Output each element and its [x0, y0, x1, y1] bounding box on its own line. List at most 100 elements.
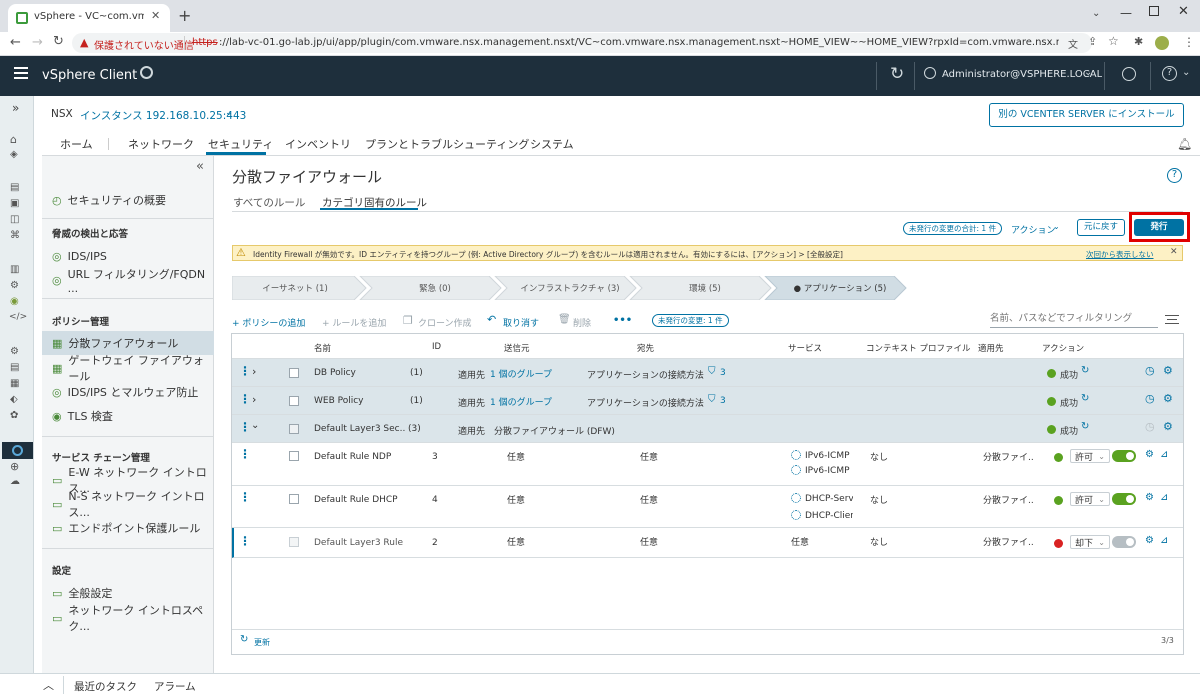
history-icon[interactable]: ◷ — [1145, 392, 1155, 405]
admin-icon[interactable]: ⚙ — [10, 280, 19, 291]
sidebar-item-ids-malware[interactable]: ◎ IDS/IPS とマルウェア防止 — [52, 380, 198, 404]
step-emergency[interactable]: 緊急 (0) — [372, 276, 498, 300]
gear-icon[interactable]: ⚙ — [1145, 535, 1154, 546]
refresh-icon[interactable]: ↻ — [240, 634, 248, 645]
url-field[interactable]: ▲ 保護されていない通信 https ://lab-vc-01.go-lab.j… — [72, 33, 1092, 53]
action-select[interactable]: 却下 ⌄ — [1070, 535, 1110, 549]
step-application[interactable]: ● アプリケーション (5) — [777, 276, 903, 300]
plugin-icon[interactable]: ◉ — [10, 296, 19, 307]
gear-icon[interactable]: ⚙ — [1163, 420, 1173, 433]
tab-home[interactable]: ホーム — [60, 136, 93, 152]
row-menu-icon[interactable]: ⋮ — [239, 447, 251, 461]
close-icon[interactable]: ✕ — [1170, 247, 1178, 257]
back-icon[interactable]: ← — [10, 35, 21, 50]
refresh-button[interactable]: 更新 — [254, 637, 270, 648]
search-icon[interactable] — [140, 66, 153, 79]
publish-button[interactable]: 発行 — [1134, 219, 1184, 236]
row-checkbox[interactable] — [289, 424, 299, 434]
chevron-right-icon[interactable]: › — [252, 365, 256, 378]
tab-system[interactable]: システム — [530, 136, 574, 152]
chevron-down-icon[interactable]: ⌄ — [1092, 8, 1100, 19]
install-vcenter-button[interactable]: 別の VCENTER SERVER にインストール — [989, 103, 1184, 127]
profile-avatar[interactable] — [1155, 36, 1169, 50]
enable-toggle[interactable] — [1112, 493, 1136, 505]
row-checkbox[interactable] — [289, 451, 299, 461]
revert-button[interactable]: 元に戻す — [1077, 219, 1125, 236]
tasks-icon[interactable]: ⚙ — [10, 346, 19, 357]
user-menu[interactable]: Administrator@VSPHERE.LOCAL — [942, 69, 1102, 80]
chevron-down-icon[interactable]: ⌄ — [1084, 67, 1092, 78]
smiley-icon[interactable] — [1122, 67, 1136, 81]
recent-tasks-tab[interactable]: 最近のタスク — [74, 679, 137, 694]
refresh-status-icon[interactable]: ↻ — [1081, 365, 1089, 376]
chart-icon[interactable]: ⊿ — [1160, 449, 1168, 460]
delete-button[interactable]: 削除 — [573, 316, 591, 329]
bell-icon[interactable]: 🔔︎ — [1177, 137, 1192, 151]
row-menu-icon[interactable]: ⋮ — [239, 364, 251, 378]
clone-button[interactable]: クローン作成 — [418, 316, 472, 329]
action-select[interactable]: 許可 ⌄ — [1070, 492, 1110, 506]
sidebar-item-net-introspection[interactable]: ▭ ネットワーク イントロスペク... — [52, 604, 213, 633]
refresh-status-icon[interactable]: ↻ — [1081, 393, 1089, 404]
rule-row-default-layer3[interactable]: ⋮ Default Layer3 Rule 2 任意 任意 任意 なし 分散ファ… — [232, 528, 1183, 558]
tab-plan-troubleshoot[interactable]: プランとトラブルシューティング — [365, 136, 529, 152]
chart-icon[interactable]: ⊿ — [1160, 535, 1168, 546]
tab-security[interactable]: セキュリティ — [208, 136, 273, 152]
rule-row-dhcp[interactable]: ⋮ Default Rule DHCP 4 任意 任意 DHCP-Serve D… — [232, 486, 1183, 528]
shield-icon[interactable]: ⛉ — [708, 366, 716, 377]
sidebar-item-gfw[interactable]: ▦ ゲートウェイ ファイアウォール — [52, 354, 213, 383]
undo-button[interactable]: 取り消す — [503, 316, 539, 329]
hosts-icon[interactable]: ▤ — [10, 182, 19, 193]
chevron-down-icon[interactable]: ⌄ — [225, 108, 233, 118]
shield-icon[interactable]: ⛉ — [708, 394, 716, 405]
chart-icon[interactable]: ⊿ — [1160, 492, 1168, 503]
tab-inventory[interactable]: インベントリ — [285, 136, 351, 152]
gear-icon[interactable]: ⚙ — [1163, 364, 1173, 377]
shield-count[interactable]: 3 — [720, 396, 726, 406]
enable-toggle[interactable] — [1112, 536, 1136, 548]
tab-all-rules[interactable]: すべてのルール — [233, 195, 305, 210]
tab-close-icon[interactable]: ✕ — [151, 9, 160, 22]
sidebar-item-idsips[interactable]: ◎ IDS/IPS — [52, 244, 107, 268]
policy-row-default-layer3[interactable]: ⋮ ⌄ Default Layer3 Sec... (3) 適用先 分散ファイア… — [232, 415, 1183, 443]
nsx-icon[interactable] — [2, 442, 33, 459]
expand-rail-icon[interactable]: » — [12, 101, 19, 115]
policies-icon[interactable]: ▥ — [10, 264, 19, 275]
browser-tab[interactable]: vSphere - VC~com.vmware.nsx.m ✕ — [8, 4, 170, 32]
rule-row-ndp[interactable]: ⋮ Default Rule NDP 3 任意 任意 IPv6-ICMP N I… — [232, 443, 1183, 486]
row-checkbox[interactable] — [289, 396, 299, 406]
more-button[interactable]: ••• — [613, 315, 632, 326]
gear-icon[interactable]: ⚙ — [1163, 392, 1173, 405]
gear-icon[interactable]: ⚙ — [1145, 449, 1154, 460]
banner-hide-link[interactable]: 次回から表示しない — [1086, 249, 1154, 260]
tab-networking[interactable]: ネットワーク — [128, 136, 194, 152]
add-rule-button[interactable]: + ルールを追加 — [322, 316, 386, 329]
row-menu-icon[interactable]: ⋮ — [239, 490, 251, 504]
row-menu-icon[interactable]: ⋮ — [239, 420, 251, 434]
refresh-icon[interactable]: ↻ — [890, 64, 904, 84]
tags-icon[interactable]: ▦ — [10, 378, 19, 389]
enable-toggle[interactable] — [1112, 450, 1136, 462]
chevron-down-icon[interactable]: ⌄ — [1182, 67, 1190, 78]
storage-icon[interactable]: ◫ — [10, 214, 19, 225]
applied-group-link[interactable]: 1 個のグループ — [490, 395, 552, 408]
globe-icon[interactable]: ⊕ — [10, 460, 19, 473]
star-icon[interactable]: ☆ — [1108, 34, 1119, 48]
shield-count[interactable]: 3 — [720, 368, 726, 378]
step-ethernet[interactable]: イーサネット (1) — [232, 276, 358, 300]
sidebar-item-url-filter[interactable]: ◎ URL フィルタリング/FQDN ... — [52, 268, 213, 295]
events-icon[interactable]: ▤ — [10, 362, 19, 373]
add-policy-button[interactable]: + ポリシーの追加 — [232, 316, 305, 329]
shortcuts-icon[interactable]: ◈ — [10, 149, 18, 160]
policy-row-web[interactable]: ⋮ › WEB Policy (1) 適用先 1 個のグループ アプリケーション… — [232, 387, 1183, 415]
chevron-right-icon[interactable]: › — [252, 393, 256, 406]
sidebar-item-overview[interactable]: ◴ セキュリティの概要 — [52, 188, 166, 212]
new-tab-button[interactable]: + — [178, 6, 191, 25]
row-menu-icon[interactable]: ⋮ — [239, 534, 251, 548]
row-checkbox[interactable] — [289, 494, 299, 504]
instance-selector[interactable]: インスタンス 192.168.10.25:443 — [80, 108, 246, 123]
row-checkbox[interactable] — [289, 537, 299, 547]
sidebar-item-endpoint[interactable]: ▭ エンドポイント保護ルール — [52, 516, 200, 540]
step-infrastructure[interactable]: インフラストラクチャ (3) — [507, 276, 633, 300]
extensions-icon[interactable]: ✱ — [1134, 35, 1143, 48]
